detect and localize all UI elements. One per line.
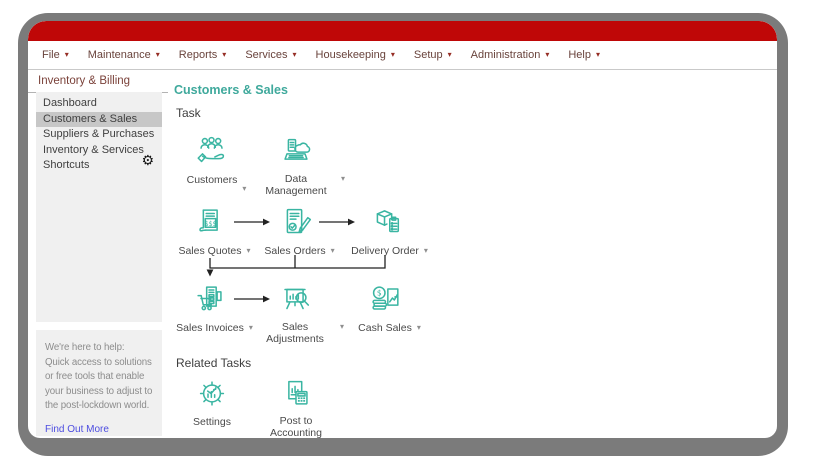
sidebar-item-customers-sales[interactable]: Customers & Sales <box>36 111 162 127</box>
task-sales-adjustments[interactable]: Sales Adjustments ▾ <box>255 280 345 347</box>
task-cash-sales[interactable]: $ Cash Sales ▾ <box>345 280 425 336</box>
task-data-management[interactable]: Data Management ▾ <box>256 132 346 199</box>
menu-item-label: Services <box>245 49 288 61</box>
task-sales-orders[interactable]: Sales Orders ▾ <box>255 203 335 259</box>
menu-item-housekeeping[interactable]: Housekeeping ▾ <box>316 49 395 61</box>
menu-item-label: Reports <box>178 49 218 61</box>
gear-icon[interactable]: ⚙ <box>141 154 154 168</box>
chevron-down-icon: ▾ <box>292 50 297 59</box>
chevron-down-icon[interactable]: ▾ <box>341 174 345 184</box>
post-to-accounting-icon <box>256 374 336 412</box>
sidebar-item-suppliers-purchases[interactable]: Suppliers & Purchases <box>36 127 162 143</box>
sales-quotes-icon: $$$ <box>170 203 250 241</box>
settings-icon <box>172 374 252 412</box>
sidebar-title: Inventory & Billing <box>28 70 168 93</box>
chevron-down-icon: ▾ <box>545 50 550 59</box>
task-delivery-order[interactable]: Delivery Order ▾ <box>345 203 428 259</box>
sales-invoices-icon <box>170 280 250 318</box>
find-out-more-link[interactable]: Find Out More <box>45 424 109 435</box>
sidebar: Inventory & Billing Dashboard Customers &… <box>28 70 168 438</box>
chevron-down-icon: ▾ <box>390 50 395 59</box>
task-label: Sales Orders ▾ <box>264 245 335 257</box>
chevron-down-icon: ▾ <box>595 50 600 59</box>
window-frame: File ▾ Maintenance ▾ Reports ▾ Services ▾ Housek… <box>18 13 788 456</box>
chevron-down-icon[interactable]: ▾ <box>242 184 246 194</box>
menu-item-maintenance[interactable]: Maintenance ▾ <box>88 49 160 61</box>
page-title: Customers & Sales <box>174 83 288 97</box>
help-heading: We're here to help: <box>45 342 125 353</box>
main-content: Customers & Sales Task Related Tasks Cus… <box>168 70 777 438</box>
chevron-down-icon: ▾ <box>447 50 452 59</box>
svg-text:$: $ <box>377 288 382 297</box>
menu-item-setup[interactable]: Setup ▾ <box>414 49 452 61</box>
task-label: Data Management ▾ <box>265 173 346 197</box>
menu-item-label: Housekeeping <box>315 49 386 61</box>
menu-bar: File ▾ Maintenance ▾ Reports ▾ Services ▾ Housek… <box>28 41 777 70</box>
delivery-order-icon <box>345 203 425 241</box>
sidebar-nav: Dashboard Customers & Sales Suppliers & Pu… <box>36 92 162 322</box>
window-titlebar <box>28 21 777 41</box>
menu-item-administration[interactable]: Administration ▾ <box>471 49 550 61</box>
chevron-down-icon[interactable]: ▾ <box>424 246 428 256</box>
customers-icon <box>172 132 252 170</box>
chevron-down-icon: ▾ <box>222 50 227 59</box>
chevron-down-icon[interactable]: ▾ <box>331 246 335 256</box>
task-label: Sales Quotes ▾ <box>178 245 251 257</box>
task-label: Post to Accounting <box>270 415 322 438</box>
app-body: Inventory & Billing Dashboard Customers &… <box>28 70 777 438</box>
task-label: Settings <box>193 416 231 428</box>
svg-text:$$$: $$$ <box>204 220 216 228</box>
chevron-down-icon[interactable]: ▾ <box>247 246 251 256</box>
menu-item-label: File <box>42 49 60 61</box>
task-label: Delivery Order ▾ <box>351 245 428 257</box>
screenshot-canvas: File ▾ Maintenance ▾ Reports ▾ Services ▾ Housek… <box>0 0 820 460</box>
menu-item-label: Setup <box>413 49 443 61</box>
task-label: Sales Adjustments ▾ <box>266 321 345 345</box>
data-management-icon <box>256 132 336 170</box>
task-section-label: Task <box>176 106 201 120</box>
task-sales-invoices[interactable]: Sales Invoices ▾ <box>170 280 253 336</box>
cash-sales-icon: $ <box>345 280 425 318</box>
task-label: Customers <box>186 174 238 186</box>
app-window: File ▾ Maintenance ▾ Reports ▾ Services ▾ Housek… <box>28 21 777 438</box>
chevron-down-icon: ▾ <box>155 50 160 59</box>
menu-item-services[interactable]: Services ▾ <box>245 49 296 61</box>
sidebar-item-dashboard[interactable]: Dashboard <box>36 96 162 112</box>
task-post-to-accounting[interactable]: Post to Accounting <box>256 374 336 438</box>
menu-item-label: Administration <box>470 49 541 61</box>
menu-item-label: Maintenance <box>87 49 151 61</box>
menu-item-file[interactable]: File ▾ <box>42 49 69 61</box>
menu-item-help[interactable]: Help ▾ <box>568 49 600 61</box>
task-sales-quotes[interactable]: $$$ Sales Quotes ▾ <box>170 203 251 259</box>
task-label: Cash Sales ▾ <box>358 322 421 334</box>
related-tasks-section-label: Related Tasks <box>176 356 252 370</box>
task-settings[interactable]: Settings <box>172 374 252 430</box>
sales-orders-icon <box>255 203 335 241</box>
menu-item-reports[interactable]: Reports ▾ <box>179 49 227 61</box>
menu-item-label: Help <box>568 49 591 61</box>
chevron-down-icon: ▾ <box>64 50 69 59</box>
chevron-down-icon[interactable]: ▾ <box>340 322 344 332</box>
chevron-down-icon[interactable]: ▾ <box>249 323 253 333</box>
sales-adjustments-icon <box>255 280 335 318</box>
task-customers[interactable]: Customers ▾ <box>172 132 252 193</box>
help-panel: We're here to help: Quick access to solu… <box>36 330 162 436</box>
task-label: Sales Invoices ▾ <box>176 322 253 334</box>
chevron-down-icon[interactable]: ▾ <box>417 323 421 333</box>
help-text: Quick access to solutions or free tools … <box>45 356 153 412</box>
